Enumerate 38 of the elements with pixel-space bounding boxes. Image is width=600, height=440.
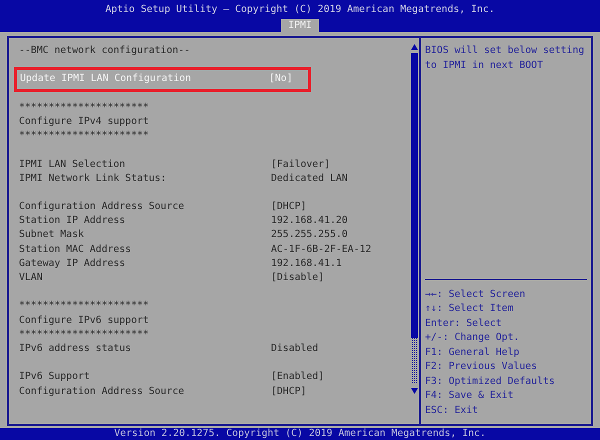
setting-label: Station MAC Address [19, 242, 132, 257]
key-hint: Enter: Select [425, 316, 503, 330]
setting-label: Gateway IP Address [19, 256, 126, 271]
key-hint: F1: General Help [425, 346, 520, 360]
setting-label: Station IP Address [19, 214, 126, 228]
section-text: Configure IPv4 support [19, 114, 149, 129]
key-hint: F2: Previous Values [425, 360, 538, 374]
section-text: ********************** [19, 100, 149, 115]
section-text: ********************** [19, 129, 149, 144]
setting-value: 255.255.255.0 [271, 228, 348, 242]
setting-option[interactable]: VLAN [Disable] [19, 271, 409, 286]
section-text: ********************** [19, 328, 149, 342]
setting-value: Disabled [271, 342, 318, 356]
key-hint: +/-: Change Opt. [425, 331, 520, 345]
setting-value: 192.168.41.1 [271, 256, 342, 271]
key-hint: ↑↓: Select Item [425, 302, 514, 316]
key-hint: ESC: Exit [425, 404, 480, 418]
scrollbar[interactable] [410, 44, 418, 396]
version-footer: Version 2.20.1275. Copyright (C) 2019 American Megatrends, Inc. [0, 428, 600, 440]
setting-label: IPv6 address status [19, 342, 132, 356]
setting-value: 192.168.41.20 [271, 214, 348, 228]
help-text: BIOS will set below setting [425, 44, 586, 58]
setting-label: Subnet Mask [19, 228, 85, 242]
setting-value: AC-1F-6B-2F-EA-12 [271, 242, 372, 257]
section-text: ********************** [19, 299, 149, 314]
key-hint: →←: Select Screen [425, 288, 526, 302]
window-title: Aptio Setup Utility – Copyright (C) 2019 American Megatrends, Inc. [105, 3, 495, 16]
section-text: Configure IPv6 support [19, 314, 149, 328]
setting-option[interactable]: IPv6 Support [Enabled] [19, 370, 409, 384]
setting-option[interactable]: Configuration Address Source [DHCP] [19, 384, 409, 399]
setting-label: IPMI Network Link Status: [19, 172, 168, 186]
section-text: --BMC network configuration-- [19, 44, 190, 58]
key-hint: F4: Save & Exit [425, 389, 514, 403]
setting-option[interactable]: IPMI LAN Selection [Failover] [19, 158, 409, 172]
help-text: to IPMI in next BOOT [425, 58, 544, 72]
key-hint: F3: Optimized Defaults [425, 374, 556, 388]
setting-value: Dedicated LAN [271, 172, 348, 186]
setting-option[interactable]: Configuration Address Source [DHCP] [19, 200, 409, 214]
